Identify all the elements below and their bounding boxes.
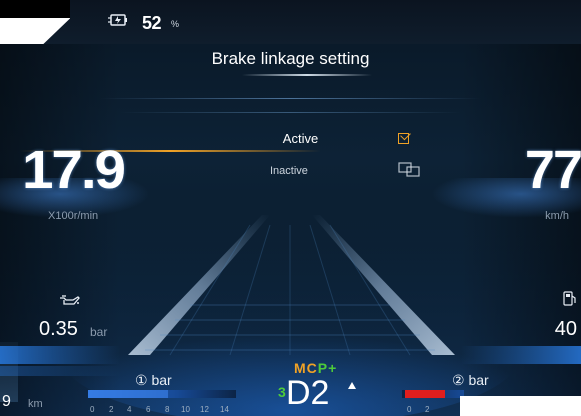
brake-circuit-2-warning-fill xyxy=(405,390,445,398)
menu-divider xyxy=(100,98,481,99)
fuel-pump-icon xyxy=(563,291,576,306)
menu-option-label: Active xyxy=(282,131,319,146)
instrument-cluster: 52 % Brake linkage setting Active Inacti… xyxy=(0,0,581,416)
up-arrow-icon xyxy=(348,382,356,389)
checkbox-checked-icon[interactable] xyxy=(398,129,411,144)
brake-circuit-1-tick: 0 xyxy=(90,405,95,414)
menu-option-inactive[interactable]: Inactive xyxy=(270,165,308,177)
gear-range-prefix: 3 xyxy=(278,384,286,400)
left-gauge-glow xyxy=(0,346,120,364)
oil-pressure-unit: bar xyxy=(90,325,108,339)
menu-title-underline xyxy=(242,74,372,76)
screen-corner-artifact xyxy=(460,396,581,416)
brake-circuit-2-label: ② bar xyxy=(452,372,489,388)
odometer-value: 9 xyxy=(2,393,11,410)
battery-charge-icon xyxy=(108,14,127,26)
brake-circuit-2-tick: 2 xyxy=(425,405,430,414)
oil-pressure-value: 0.35 xyxy=(39,318,78,340)
brake-circuit-1-tick: 2 xyxy=(109,405,114,414)
left-gauge-glow xyxy=(0,366,120,376)
fuel-level-value: 40 xyxy=(554,318,577,340)
oil-can-icon xyxy=(60,295,80,305)
right-gauge-glow xyxy=(461,346,581,364)
brake-circuit-1-tick: 6 xyxy=(146,405,151,414)
engine-rpm-unit: X100r/min xyxy=(48,210,99,222)
odometer-unit: km xyxy=(28,398,43,410)
brake-circuit-1-tick: 14 xyxy=(220,405,229,414)
screen-corner-black xyxy=(0,0,70,18)
top-status-bar xyxy=(0,0,581,44)
vehicle-speed-value: 77 xyxy=(524,140,581,200)
menu-divider xyxy=(120,112,461,113)
vehicle-speed-unit: km/h xyxy=(545,210,569,222)
menu-option-active[interactable]: Active xyxy=(140,126,441,152)
battery-level-value: 52 xyxy=(142,13,162,33)
brake-circuit-1-label: ① bar xyxy=(135,372,172,388)
brake-circuit-1-tick: 4 xyxy=(127,405,132,414)
gear-indicator: D2 xyxy=(286,374,330,412)
brake-circuit-1-tick: 8 xyxy=(165,405,170,414)
brake-circuit-1-tick: 10 xyxy=(181,405,190,414)
brake-circuit-1-tick: 12 xyxy=(200,405,209,414)
menu-title: Brake linkage setting xyxy=(211,49,370,68)
engine-rpm-value: 17.9 xyxy=(22,140,126,200)
brake-circuit-1-fill xyxy=(88,390,168,398)
inactive-icon[interactable] xyxy=(398,161,422,177)
brake-circuit-2-tick: 0 xyxy=(407,405,412,414)
battery-level-unit: % xyxy=(171,19,180,29)
